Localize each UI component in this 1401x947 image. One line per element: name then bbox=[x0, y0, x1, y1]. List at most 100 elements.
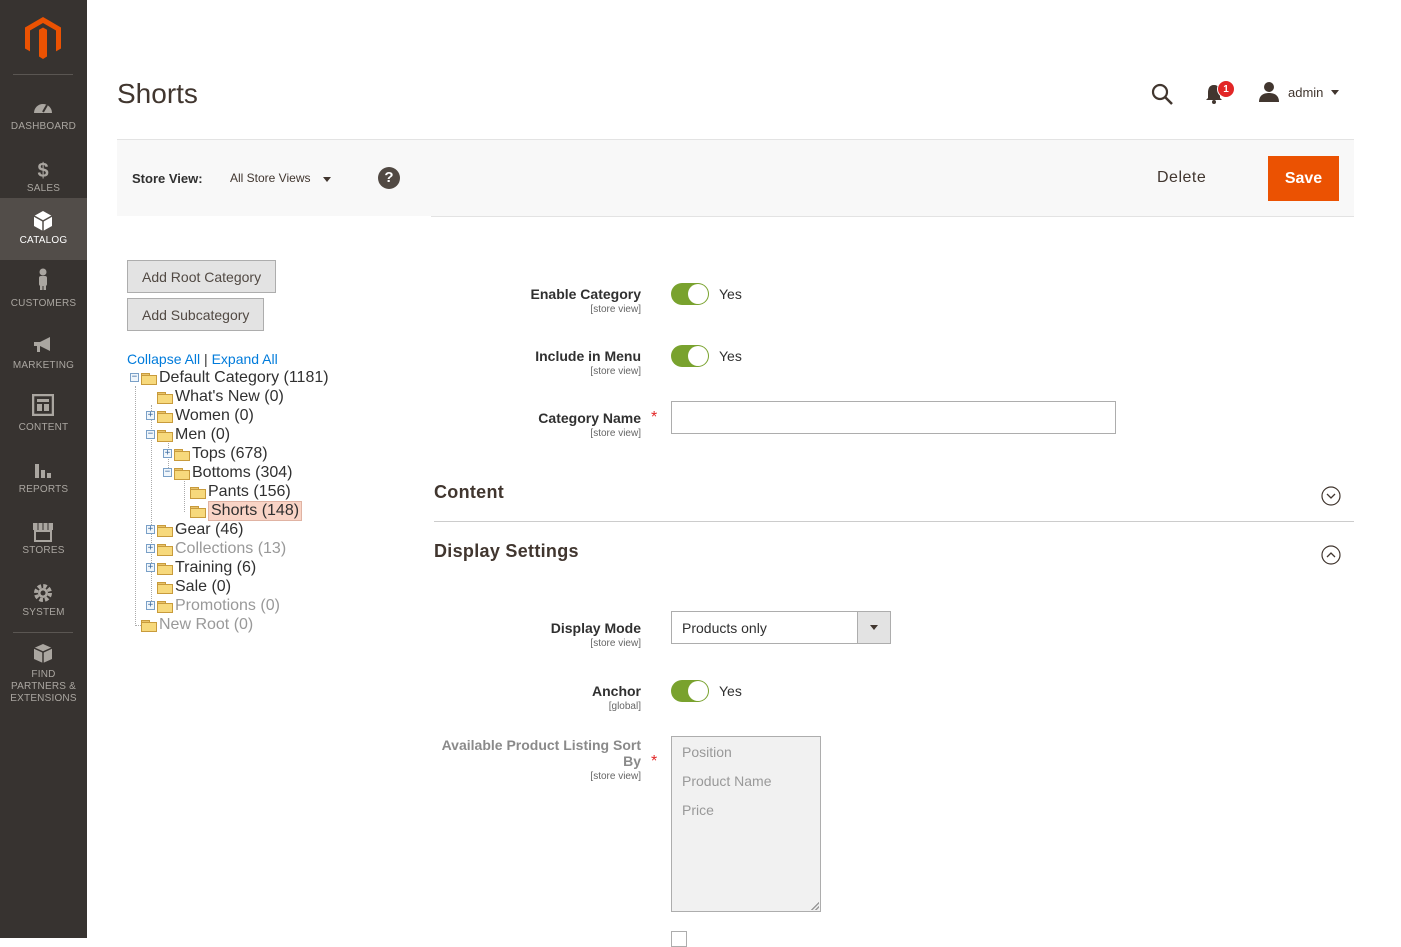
anchor-toggle[interactable] bbox=[671, 680, 709, 702]
divider bbox=[13, 74, 73, 75]
chevron-down-icon[interactable] bbox=[857, 612, 890, 643]
required-marker: * bbox=[651, 753, 658, 770]
chevron-down-icon[interactable] bbox=[323, 177, 331, 182]
tree-node[interactable]: + Collections (13) bbox=[146, 539, 286, 558]
tree-node-label[interactable]: Pants (156) bbox=[208, 483, 291, 501]
tree-node[interactable]: + Tops (678) bbox=[163, 444, 268, 463]
enable-category-toggle[interactable] bbox=[671, 283, 709, 305]
folder-icon bbox=[141, 619, 157, 632]
expand-toggle-icon[interactable]: + bbox=[146, 525, 155, 534]
collapse-all-link[interactable]: Collapse All bbox=[127, 351, 200, 367]
tree-node-label[interactable]: New Root (0) bbox=[159, 616, 253, 634]
anchor-label: Anchor bbox=[592, 683, 641, 699]
list-item[interactable]: Product Name bbox=[682, 773, 771, 789]
section-content-title[interactable]: Content bbox=[434, 482, 504, 503]
expand-toggle-icon[interactable]: + bbox=[146, 411, 155, 420]
nav-content[interactable]: CONTENT bbox=[0, 394, 87, 456]
tree-node[interactable]: + Promotions (0) bbox=[146, 596, 280, 615]
tree-node-label[interactable]: Women (0) bbox=[175, 407, 254, 425]
expand-toggle-icon[interactable]: + bbox=[146, 544, 155, 553]
nav-label: CATALOG bbox=[19, 235, 68, 246]
dollar-icon: $ bbox=[37, 160, 48, 180]
toggle-value: Yes bbox=[719, 683, 742, 699]
tree-node[interactable]: + Women (0) bbox=[146, 406, 254, 425]
folder-icon bbox=[157, 410, 173, 423]
tree-node-label[interactable]: Gear (46) bbox=[175, 521, 243, 539]
tree-node-label[interactable]: Sale (0) bbox=[175, 578, 231, 596]
tree-node[interactable]: New Root (0) bbox=[141, 615, 253, 634]
expand-toggle-icon[interactable]: + bbox=[146, 563, 155, 572]
person-icon bbox=[39, 268, 47, 290]
magento-logo-icon[interactable] bbox=[25, 17, 61, 59]
tree-node-label[interactable]: Tops (678) bbox=[192, 445, 268, 463]
add-root-category-button[interactable]: Add Root Category bbox=[127, 260, 277, 293]
tree-node-label[interactable]: Training (6) bbox=[175, 559, 256, 577]
chevron-down-icon[interactable] bbox=[1321, 486, 1341, 506]
sort-by-multiselect[interactable]: Position Product Name Price bbox=[671, 736, 821, 912]
nav-dashboard[interactable]: DASHBOARD bbox=[0, 86, 87, 148]
include-in-menu-toggle[interactable] bbox=[671, 345, 709, 367]
user-menu[interactable]: admin bbox=[1258, 80, 1340, 104]
select-value: Products only bbox=[682, 620, 767, 636]
nav-reports[interactable]: REPORTS bbox=[0, 456, 87, 518]
help-icon[interactable]: ? bbox=[378, 167, 400, 189]
nav-label: CONTENT bbox=[18, 422, 69, 433]
collapse-toggle-icon[interactable]: − bbox=[163, 468, 172, 477]
display-mode-select[interactable]: Products only bbox=[671, 611, 891, 644]
tree-node-label[interactable]: Bottoms (304) bbox=[192, 464, 292, 482]
nav-label: FIND PARTNERS & EXTENSIONS bbox=[10, 669, 77, 704]
collapse-toggle-icon[interactable]: − bbox=[130, 373, 139, 382]
tree-node-selected[interactable]: Shorts (148) bbox=[190, 500, 303, 521]
scope-label: [store view] bbox=[590, 304, 641, 315]
storefront-icon bbox=[33, 523, 53, 542]
expand-toggle-icon[interactable]: + bbox=[146, 601, 155, 610]
nav-label: CUSTOMERS bbox=[10, 298, 77, 309]
tree-node-label[interactable]: Collections (13) bbox=[175, 540, 286, 558]
store-view-dropdown[interactable]: All Store Views bbox=[230, 171, 310, 185]
nav-stores[interactable]: STORES bbox=[0, 518, 87, 580]
tree-node[interactable]: − Bottoms (304) bbox=[163, 463, 292, 482]
tree-node[interactable]: + Gear (46) bbox=[146, 520, 243, 539]
user-icon bbox=[1259, 82, 1279, 102]
scope-label: [store view] bbox=[590, 366, 641, 377]
resize-handle-icon[interactable] bbox=[811, 902, 819, 910]
layout-icon bbox=[32, 394, 54, 416]
tree-node[interactable]: + Training (6) bbox=[146, 558, 256, 577]
search-icon[interactable] bbox=[1150, 82, 1174, 106]
folder-icon bbox=[157, 543, 173, 556]
section-display-settings-title[interactable]: Display Settings bbox=[434, 541, 579, 562]
tree-node-label[interactable]: Default Category (1181) bbox=[159, 369, 329, 387]
expand-all-link[interactable]: Expand All bbox=[212, 351, 278, 367]
tree-node[interactable]: Sale (0) bbox=[157, 577, 231, 596]
folder-icon bbox=[141, 372, 157, 385]
megaphone-icon bbox=[34, 337, 50, 352]
user-name: admin bbox=[1288, 84, 1324, 100]
save-button[interactable]: Save bbox=[1268, 156, 1339, 201]
list-item[interactable]: Position bbox=[682, 744, 732, 760]
tree-node[interactable]: Pants (156) bbox=[190, 482, 291, 501]
nav-catalog[interactable]: CATALOG bbox=[0, 198, 87, 260]
add-subcategory-button[interactable]: Add Subcategory bbox=[127, 298, 265, 331]
tree-node[interactable]: What's New (0) bbox=[157, 387, 284, 406]
tree-node[interactable]: − Default Category (1181) bbox=[130, 368, 329, 387]
nav-customers[interactable]: CUSTOMERS bbox=[0, 268, 87, 334]
expand-toggle-icon[interactable]: + bbox=[163, 449, 172, 458]
tree-node-label[interactable]: Promotions (0) bbox=[175, 597, 280, 615]
tree-node-label[interactable]: What's New (0) bbox=[175, 388, 284, 406]
tree-node[interactable]: − Men (0) bbox=[146, 425, 230, 444]
tree-node-label[interactable]: Shorts (148) bbox=[208, 500, 303, 521]
notification-badge[interactable]: 1 bbox=[1217, 80, 1235, 98]
collapse-toggle-icon[interactable]: − bbox=[146, 430, 155, 439]
category-name-input[interactable] bbox=[671, 401, 1116, 434]
tree-node-label[interactable]: Men (0) bbox=[175, 426, 230, 444]
nav-marketing[interactable]: MARKETING bbox=[0, 334, 87, 396]
nav-find-partners[interactable]: FIND PARTNERS & EXTENSIONS bbox=[0, 640, 87, 704]
list-item[interactable]: Price bbox=[682, 802, 714, 818]
chevron-down-icon bbox=[1331, 89, 1340, 95]
use-all-checkbox[interactable] bbox=[671, 931, 687, 947]
folder-icon bbox=[157, 429, 173, 442]
delete-button[interactable]: Delete bbox=[1157, 169, 1206, 187]
nav-label: DASHBOARD bbox=[10, 121, 77, 132]
chevron-up-icon[interactable] bbox=[1321, 545, 1341, 565]
include-in-menu-label: Include in Menu bbox=[535, 348, 641, 364]
